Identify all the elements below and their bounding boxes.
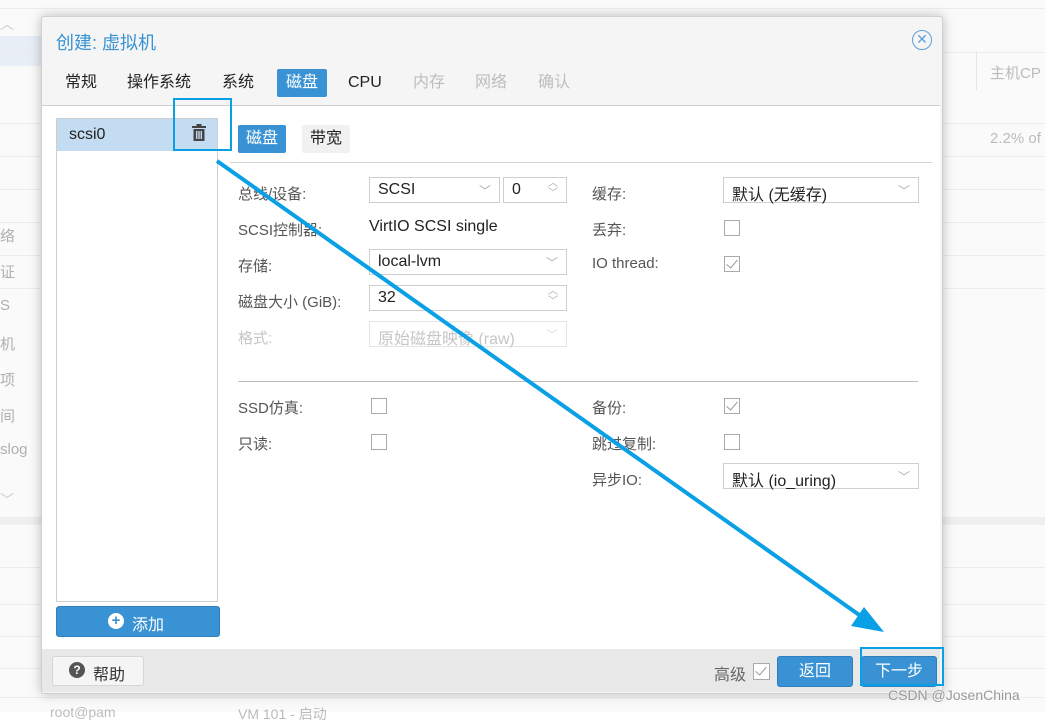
tab-network: 网络 <box>475 74 508 91</box>
backup-label: 备份: <box>592 400 627 417</box>
background-sidebar-label: 机 <box>0 336 16 353</box>
storage-select[interactable]: local-lvm ﹀ <box>369 249 567 275</box>
background-sidebar-label: slog <box>0 441 28 458</box>
chevron-down-icon: ﹀ <box>478 184 491 198</box>
dialog-footer: ? 帮助 高级 返回 下一步 <box>42 649 940 692</box>
advanced-checkbox[interactable] <box>753 663 770 680</box>
question-circle-icon: ? <box>69 662 85 678</box>
tab-memory: 内存 <box>413 74 446 91</box>
disk-panel: scsi0 + 添加 磁盘 带宽 总线/设备: SCSI ﹀ 0 ︿ ﹀ SCS… <box>42 105 940 650</box>
storage-label: 存储: <box>238 258 273 275</box>
watermark: CSDN @JosenChina <box>888 687 1020 703</box>
read-only-checkbox[interactable] <box>371 434 387 450</box>
chevron-down-icon: ﹀ <box>545 256 558 270</box>
async-io-select[interactable]: 默认 (io_uring) ﹀ <box>723 463 919 490</box>
divider <box>230 162 932 163</box>
skip-replication-checkbox[interactable] <box>724 434 740 450</box>
format-label: 格式: <box>238 330 273 347</box>
advanced-separator <box>238 381 918 382</box>
io-thread-checkbox[interactable] <box>724 256 740 272</box>
async-io-label: 异步IO: <box>592 472 643 489</box>
subtab-disk[interactable]: 磁盘 <box>238 125 287 153</box>
bus-value: SCSI <box>378 181 416 198</box>
chevron-down-icon: ﹀ <box>897 184 910 198</box>
read-only-label: 只读: <box>238 436 273 453</box>
format-value: 原始磁盘映像 (raw) <box>378 331 515 348</box>
chevron-down-icon: ﹀ <box>0 492 14 508</box>
io-thread-label: IO thread: <box>592 255 659 272</box>
next-button[interactable]: 下一步 <box>861 656 937 687</box>
disk-size-input[interactable]: 32 ︿ ﹀ <box>369 285 567 311</box>
spinner-icon[interactable]: ︿ ﹀ <box>548 179 558 199</box>
chevron-down-icon: ﹀ <box>897 470 910 484</box>
tab-general[interactable]: 常规 <box>56 69 106 97</box>
disk-name: scsi0 <box>69 126 106 143</box>
back-button[interactable]: 返回 <box>777 656 853 687</box>
cache-select[interactable]: 默认 (无缓存) ﹀ <box>723 177 919 204</box>
device-value: 0 <box>512 181 521 198</box>
disk-list-item[interactable]: scsi0 <box>57 119 217 151</box>
ssd-emulation-label: SSD仿真: <box>238 400 304 417</box>
tab-cpu[interactable]: CPU <box>339 69 391 97</box>
background-task: VM 101 - 启动 <box>238 706 327 722</box>
background-sidebar-label: 络 <box>0 228 16 245</box>
add-disk-button[interactable]: + 添加 <box>56 606 220 637</box>
storage-value: local-lvm <box>378 253 442 270</box>
background-sidebar-label: 证 <box>0 264 16 281</box>
chevron-up-icon: ︿ <box>0 16 14 32</box>
disk-list: scsi0 <box>56 118 218 602</box>
close-icon[interactable]: ✕ <box>912 30 932 50</box>
discard-checkbox[interactable] <box>724 220 740 236</box>
ssd-emulation-checkbox[interactable] <box>371 398 387 414</box>
scsi-controller-value: VirtIO SCSI single <box>369 218 498 235</box>
divider <box>0 8 1045 9</box>
background-user: root@pam <box>50 704 116 720</box>
background-sidebar-label: 项 <box>0 372 16 389</box>
trash-icon[interactable] <box>192 124 206 142</box>
create-vm-dialog: 创建: 虚拟机 ✕ 常规 操作系统 系统 磁盘 CPU 内存 网络 确认 scs… <box>41 16 943 694</box>
add-disk-label: 添加 <box>132 617 165 634</box>
disk-size-value: 32 <box>378 289 396 306</box>
discard-label: 丢弃: <box>592 222 627 239</box>
dialog-title: 创建: 虚拟机 <box>56 33 157 53</box>
backup-checkbox[interactable] <box>724 398 740 414</box>
chevron-down-icon: ﹀ <box>545 328 558 342</box>
spinner-icon[interactable]: ︿ ﹀ <box>548 287 558 307</box>
tab-system[interactable]: 系统 <box>213 69 263 97</box>
format-select: 原始磁盘映像 (raw) ﹀ <box>369 321 567 348</box>
bus-device-label: 总线/设备: <box>238 186 307 203</box>
background-sidebar-label: S <box>0 297 11 314</box>
tab-disks[interactable]: 磁盘 <box>277 69 328 97</box>
divider <box>976 52 977 90</box>
help-label: 帮助 <box>93 667 126 684</box>
help-button[interactable]: ? 帮助 <box>52 656 144 686</box>
cache-value: 默认 (无缓存) <box>732 187 828 204</box>
background-sidebar-label: 间 <box>0 408 16 425</box>
skip-replication-label: 跳过复制: <box>592 436 657 453</box>
disk-size-label: 磁盘大小 (GiB): <box>238 294 342 311</box>
background-cpu-value: 2.2% of <box>990 130 1041 147</box>
subtab-bandwidth[interactable]: 带宽 <box>302 125 351 153</box>
tab-os[interactable]: 操作系统 <box>118 69 200 97</box>
device-number-spinner[interactable]: 0 ︿ ﹀ <box>503 177 567 203</box>
cache-label: 缓存: <box>592 186 627 203</box>
plus-circle-icon: + <box>108 613 124 629</box>
scsi-controller-label: SCSI控制器: <box>238 222 323 239</box>
async-io-value: 默认 (io_uring) <box>732 473 837 490</box>
advanced-label: 高级 <box>714 667 747 684</box>
bus-select[interactable]: SCSI ﹀ <box>369 177 500 203</box>
background-column-header: 主机CP <box>990 65 1041 82</box>
tab-confirm: 确认 <box>538 74 571 91</box>
